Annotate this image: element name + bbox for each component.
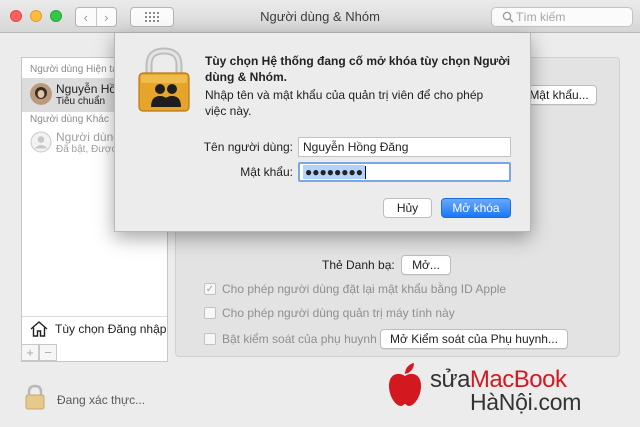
password-label: Mật khẩu: bbox=[240, 165, 293, 179]
change-password-button[interactable]: Mật khẩu... bbox=[521, 85, 597, 105]
allow-reset-label: Cho phép người dùng đặt lại mật khẩu bằn… bbox=[222, 282, 507, 296]
cancel-button[interactable]: Hủy bbox=[383, 198, 432, 218]
parental-controls-label: Bật kiểm soát của phụ huynh bbox=[222, 332, 377, 346]
padlock-users-icon bbox=[138, 47, 190, 112]
lock-icon[interactable] bbox=[24, 384, 46, 410]
contacts-card-label: Thẻ Danh bạ: bbox=[322, 258, 395, 272]
allow-reset-row[interactable]: ✓ Cho phép người dùng đặt lại mật khẩu b… bbox=[204, 282, 506, 296]
house-icon bbox=[30, 320, 48, 337]
search-placeholder: Tìm kiếm bbox=[516, 10, 566, 24]
allow-admin-label: Cho phép người dùng quản trị máy tính nà… bbox=[222, 306, 455, 320]
text-caret bbox=[364, 166, 366, 180]
watermark-part1: sửa bbox=[430, 366, 470, 393]
login-options-label: Tùy chọn Đăng nhập bbox=[55, 321, 167, 336]
user-avatar bbox=[30, 83, 52, 105]
other-users-header: Người dùng Khác bbox=[30, 114, 109, 125]
authenticating-status: Đang xác thực... bbox=[57, 393, 146, 407]
current-user-role: Tiêu chuẩn bbox=[56, 96, 106, 107]
password-mask: ●●●●●●●● bbox=[303, 165, 365, 179]
dialog-title: Tùy chọn Hệ thống đang cố mở khóa tùy ch… bbox=[205, 54, 511, 84]
login-options-item[interactable]: Tùy chọn Đăng nhập bbox=[22, 316, 167, 340]
open-parental-controls-button[interactable]: Mở Kiểm soát của Phụ huynh... bbox=[380, 329, 568, 349]
parental-controls-row[interactable]: Bật kiểm soát của phụ huynh bbox=[204, 332, 377, 346]
search-input[interactable]: Tìm kiếm bbox=[491, 7, 633, 27]
remove-user-button[interactable]: − bbox=[39, 344, 57, 361]
password-field[interactable]: ●●●●●●●● bbox=[298, 162, 511, 182]
unlock-button[interactable]: Mở khóa bbox=[441, 198, 511, 218]
apple-logo-icon bbox=[389, 363, 421, 406]
allow-reset-checkbox[interactable]: ✓ bbox=[204, 283, 216, 295]
allow-admin-row[interactable]: Cho phép người dùng quản trị máy tính nà… bbox=[204, 306, 455, 320]
allow-admin-checkbox[interactable] bbox=[204, 307, 216, 319]
unlock-dialog: Tùy chọn Hệ thống đang cố mở khóa tùy ch… bbox=[114, 33, 531, 232]
watermark-domain: HàNội.com bbox=[470, 389, 582, 415]
guest-avatar-icon bbox=[30, 131, 52, 153]
title-bar: ‹ › Người dùng & Nhóm Tìm kiếm bbox=[0, 0, 640, 33]
parental-controls-checkbox[interactable] bbox=[204, 333, 216, 345]
dialog-message: Nhập tên và mật khẩu của quản trị viên đ… bbox=[205, 88, 484, 118]
search-icon bbox=[502, 11, 514, 23]
username-field[interactable]: Nguyễn Hồng Đăng bbox=[298, 137, 511, 157]
sidebar-tools: + − bbox=[21, 344, 61, 361]
add-user-button[interactable]: + bbox=[21, 344, 39, 361]
username-label: Tên người dùng: bbox=[203, 140, 293, 154]
current-users-header: Người dùng Hiện tại bbox=[30, 64, 120, 75]
open-contacts-button[interactable]: Mở... bbox=[401, 255, 451, 275]
